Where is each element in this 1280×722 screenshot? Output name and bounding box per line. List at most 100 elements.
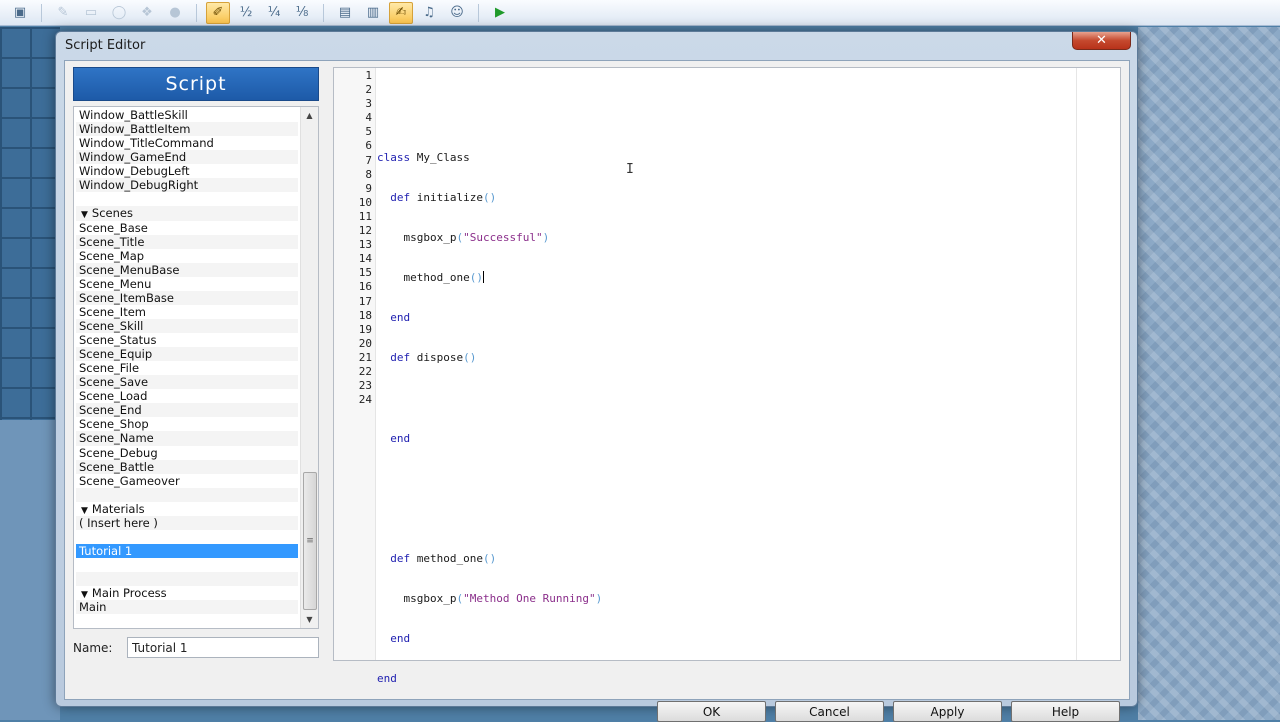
script-list-item-label: Scene_End	[79, 403, 142, 418]
script-list-item[interactable]: Scene_Title	[76, 234, 298, 249]
zoom-1-2-icon[interactable]: ½	[234, 2, 258, 24]
script-section-header[interactable]: ▼ Scenes	[76, 206, 298, 221]
script-list-item[interactable]: Scene_Skill	[76, 318, 298, 333]
map-icon[interactable]: ▣	[8, 2, 32, 24]
script-list-item[interactable]: Scene_Base	[76, 221, 298, 235]
script-list-item-label: Main	[79, 600, 107, 615]
main-toolbar: ▣ ✎ ▭ ◯ ❖ ● ✐ ½ ¼ ⅛ ▤ ▥ ✍ ♫ ☺ ▶	[0, 0, 1280, 26]
code-line-15: def method_one()	[377, 551, 497, 565]
script-list-item[interactable]	[76, 558, 298, 572]
toolbar-separator	[41, 3, 42, 22]
zoom-1-4-icon[interactable]: ¼	[262, 2, 286, 24]
script-list-item-label: Materials	[91, 501, 145, 516]
script-list-item[interactable]: Scene_Load	[76, 389, 298, 403]
script-list-item[interactable]: Scene_Battle	[76, 459, 298, 474]
flood-fill-icon[interactable]: ❖	[135, 2, 159, 24]
script-list-item[interactable]: Scene_Menu	[76, 277, 298, 291]
help-button[interactable]: Help	[1011, 701, 1120, 722]
script-list-item[interactable]: Tutorial 1	[76, 543, 298, 558]
script-list-item[interactable]: Scene_ItemBase	[76, 290, 298, 305]
script-list-item[interactable]: Window_BattleItem	[76, 122, 298, 137]
pencil-icon[interactable]: ✎	[51, 2, 75, 24]
script-list-header: Script	[73, 67, 319, 101]
script-name-input[interactable]	[127, 637, 319, 658]
zoom-1-8-icon[interactable]: ⅛	[290, 2, 314, 24]
code-line-18: end	[377, 672, 397, 686]
script-list-item[interactable]: ( Insert here )	[76, 515, 298, 530]
code-line-16: msgbox_p("Method One Running")	[377, 592, 603, 606]
scrollbar-thumb[interactable]: ≡	[303, 472, 317, 610]
toolbar-separator	[478, 3, 479, 22]
script-list-item-label: Scene_Status	[79, 333, 157, 347]
script-list-item-label: Window_TitleCommand	[79, 136, 214, 151]
script-section-header[interactable]: ▼ Materials	[76, 502, 298, 516]
text-caret	[482, 271, 484, 284]
ok-button[interactable]: OK	[657, 701, 766, 722]
script-list-item[interactable]: Scene_Name	[76, 431, 298, 446]
line-number: 4	[365, 111, 372, 125]
code-line-9: end	[377, 311, 411, 325]
script-list-item[interactable]: Scene_Map	[76, 249, 298, 263]
script-editor-icon[interactable]: ✍	[389, 1, 413, 24]
script-list-item[interactable]: Scene_File	[76, 361, 298, 375]
script-list-item[interactable]: Window_DebugRight	[76, 178, 298, 193]
script-list-item[interactable]: Main	[76, 600, 298, 615]
apply-button[interactable]: Apply	[893, 701, 1002, 722]
script-list-item-label: Scene_Battle	[79, 459, 155, 474]
character-generator-icon[interactable]: ☺	[445, 2, 469, 24]
script-list-item[interactable]: Scene_Gameover	[76, 474, 298, 488]
scroll-down-icon[interactable]: ▼	[301, 611, 318, 628]
script-list-item-label: Scene_Base	[79, 220, 148, 235]
script-list[interactable]: Window_BattleSkill Window_BattleItem Windo…	[73, 106, 319, 629]
code-line-17: end	[377, 632, 411, 646]
code-editor[interactable]: 1 2 3 4 5 6 7 8 9 10 11 12 13 14 15 16 17 18 19 20 21 22 23 24 …	[333, 67, 1121, 685]
script-list-item[interactable]: Window_GameEnd	[76, 150, 298, 165]
collapse-triangle-icon[interactable]: ▼	[81, 210, 88, 220]
script-list-item[interactable]: Scene_Shop	[76, 417, 298, 431]
script-list-item[interactable]: Scene_Save	[76, 375, 298, 390]
dialog-title: Script Editor	[65, 38, 146, 53]
line-number: 6	[365, 139, 372, 153]
script-list-scrollbar[interactable]: ▲ ≡ ▼	[300, 107, 318, 628]
script-list-item[interactable]: Scene_Equip	[76, 347, 298, 362]
script-list-item[interactable]: Scene_End	[76, 403, 298, 418]
name-label: Name:	[73, 641, 113, 655]
script-list-item[interactable]: Window_DebugLeft	[76, 164, 298, 178]
line-number: 12	[358, 224, 372, 238]
close-button[interactable]: ✕	[1072, 32, 1131, 50]
script-list-item-label: Main Process	[91, 586, 167, 601]
line-number: 19	[358, 322, 372, 336]
script-list-item-label: Scene_Gameover	[79, 473, 180, 488]
scroll-up-icon[interactable]: ▲	[301, 107, 318, 124]
script-list-item[interactable]: Scene_Debug	[76, 446, 298, 460]
script-list-item[interactable]: Window_TitleCommand	[76, 136, 298, 150]
script-list-item[interactable]: Scene_MenuBase	[76, 262, 298, 277]
script-list-item[interactable]	[76, 530, 298, 544]
script-list-item[interactable]: Scene_Item	[76, 305, 298, 319]
script-list-item-label: Window_BattleSkill	[79, 108, 188, 122]
playtest-icon[interactable]: ▶	[488, 2, 512, 24]
code-text[interactable]: class My_Class def initialize() msgbox_p…	[377, 125, 602, 712]
script-list-item[interactable]: Scene_Status	[76, 333, 298, 347]
script-list-item-label: Scene_ItemBase	[79, 290, 174, 305]
script-list-item[interactable]: Window_BattleSkill	[76, 108, 298, 122]
script-list-item-label: Scene_Menu	[79, 276, 152, 291]
resource-manager-icon[interactable]: ▥	[361, 2, 385, 24]
script-list-item[interactable]	[76, 192, 298, 206]
cancel-button[interactable]: Cancel	[775, 701, 884, 722]
ellipse-icon[interactable]: ◯	[107, 2, 131, 24]
script-list-item[interactable]	[76, 572, 298, 587]
sound-test-icon[interactable]: ♫	[417, 2, 441, 24]
collapse-triangle-icon[interactable]: ▼	[81, 590, 88, 600]
script-list-items: Window_BattleSkill Window_BattleItem Windo…	[76, 108, 298, 615]
line-number: 3	[365, 97, 372, 111]
rectangle-icon[interactable]: ▭	[79, 2, 103, 24]
shadow-pen-icon[interactable]: ●	[163, 2, 187, 24]
script-list-item[interactable]	[76, 487, 298, 502]
collapse-triangle-icon[interactable]: ▼	[81, 506, 88, 516]
script-section-header[interactable]: ▼ Main Process	[76, 586, 298, 600]
map-background-tiles	[0, 27, 60, 420]
event-layer-icon[interactable]: ✐	[206, 1, 230, 24]
database-icon[interactable]: ▤	[333, 2, 357, 24]
script-list-item-label: Scene_Equip	[79, 347, 153, 362]
